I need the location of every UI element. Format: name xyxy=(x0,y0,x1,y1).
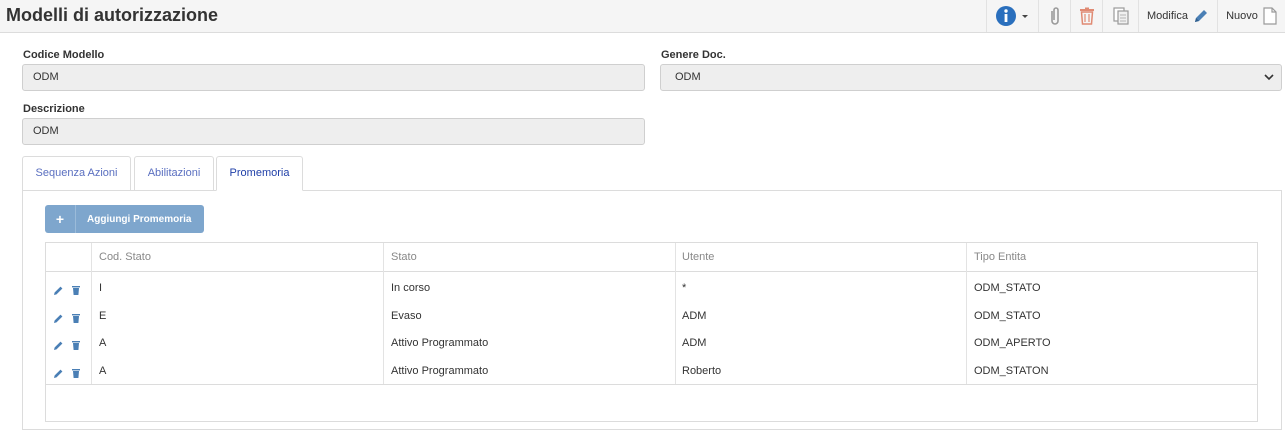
modify-button[interactable]: Modifica xyxy=(1139,0,1217,32)
add-promemoria-label: Aggiungi Promemoria xyxy=(87,213,192,225)
column-separator xyxy=(966,243,967,384)
info-icon xyxy=(996,6,1016,26)
new-button[interactable]: Nuovo xyxy=(1218,0,1285,32)
cell-cod-stato: E xyxy=(99,310,107,322)
codice-field[interactable]: ODM xyxy=(22,64,645,91)
chevron-down-icon xyxy=(1264,74,1274,81)
delete-row-icon[interactable] xyxy=(71,338,81,356)
attach-button[interactable] xyxy=(1039,0,1070,32)
cell-stato: Attivo Programmato xyxy=(391,365,489,377)
modify-label: Modifica xyxy=(1147,10,1188,22)
new-document-icon xyxy=(1263,7,1277,25)
cell-tipo-entita: ODM_APERTO xyxy=(974,337,1051,349)
info-menu[interactable] xyxy=(986,0,1038,32)
edit-row-icon[interactable] xyxy=(53,366,64,384)
cell-utente: ADM xyxy=(682,337,707,349)
cell-stato: Evaso xyxy=(391,310,422,322)
copy-button[interactable] xyxy=(1103,0,1138,32)
descrizione-field[interactable]: ODM xyxy=(22,118,645,145)
cell-tipo-entita: ODM_STATO xyxy=(974,310,1041,322)
trash-icon xyxy=(1079,7,1094,25)
caret-down-icon xyxy=(1022,15,1028,18)
add-promemoria-button[interactable]: + Aggiungi Promemoria xyxy=(45,205,204,233)
paperclip-icon xyxy=(1050,7,1059,25)
tab-abilitazioni[interactable]: Abilitazioni xyxy=(134,156,214,191)
cell-tipo-entita: ODM_STATO xyxy=(974,282,1041,294)
codice-label: Codice Modello xyxy=(23,49,105,61)
promemoria-table: Cod. Stato Stato Utente Tipo Entita I In… xyxy=(45,242,1258,422)
delete-row-icon[interactable] xyxy=(71,311,81,329)
header-utente[interactable]: Utente xyxy=(682,251,714,263)
copy-icon xyxy=(1112,7,1129,25)
edit-row-icon[interactable] xyxy=(53,283,64,301)
page-header: Modelli di autorizzazione Modifica Nuovo xyxy=(0,0,1285,33)
new-label: Nuovo xyxy=(1226,10,1258,22)
cell-cod-stato: I xyxy=(99,282,103,294)
delete-row-icon[interactable] xyxy=(71,366,81,384)
genere-value: ODM xyxy=(675,71,701,83)
cell-stato: Attivo Programmato xyxy=(391,337,489,349)
genere-label: Genere Doc. xyxy=(661,49,726,61)
cell-tipo-entita: ODM_STATON xyxy=(974,365,1049,377)
codice-value: ODM xyxy=(33,71,59,83)
new-group[interactable]: Nuovo xyxy=(1217,0,1285,32)
column-separator xyxy=(91,243,92,384)
plus-icon: + xyxy=(45,205,76,233)
tab-promemoria[interactable]: Promemoria xyxy=(216,156,303,191)
table-header xyxy=(46,243,1257,272)
pencil-icon xyxy=(1194,10,1207,22)
header-cod-stato[interactable]: Cod. Stato xyxy=(99,251,151,263)
header-tipo-entita[interactable]: Tipo Entita xyxy=(974,251,1026,263)
column-separator xyxy=(675,243,676,384)
cell-utente: * xyxy=(682,282,687,294)
page-title: Modelli di autorizzazione xyxy=(6,5,219,25)
column-separator xyxy=(383,243,384,384)
descrizione-label: Descrizione xyxy=(23,103,85,115)
copy-group[interactable] xyxy=(1102,0,1138,32)
cell-cod-stato: A xyxy=(99,365,107,377)
edit-row-icon[interactable] xyxy=(53,311,64,329)
cell-utente: Roberto xyxy=(682,365,722,377)
cell-stato: In corso xyxy=(391,282,431,294)
table-rows-border xyxy=(46,384,1257,385)
cell-cod-stato: A xyxy=(99,337,107,349)
cell-utente: ADM xyxy=(682,310,707,322)
header-stato[interactable]: Stato xyxy=(391,251,417,263)
modify-group[interactable]: Modifica xyxy=(1138,0,1217,32)
edit-row-icon[interactable] xyxy=(53,338,64,356)
descrizione-value: ODM xyxy=(33,125,59,137)
genere-select[interactable]: ODM xyxy=(660,64,1282,91)
info-button[interactable] xyxy=(987,0,1038,32)
attach-group[interactable] xyxy=(1038,0,1070,32)
delete-group[interactable] xyxy=(1070,0,1102,32)
tab-sequenza-azioni[interactable]: Sequenza Azioni xyxy=(22,156,131,191)
delete-button[interactable] xyxy=(1071,0,1102,32)
delete-row-icon[interactable] xyxy=(71,283,81,301)
